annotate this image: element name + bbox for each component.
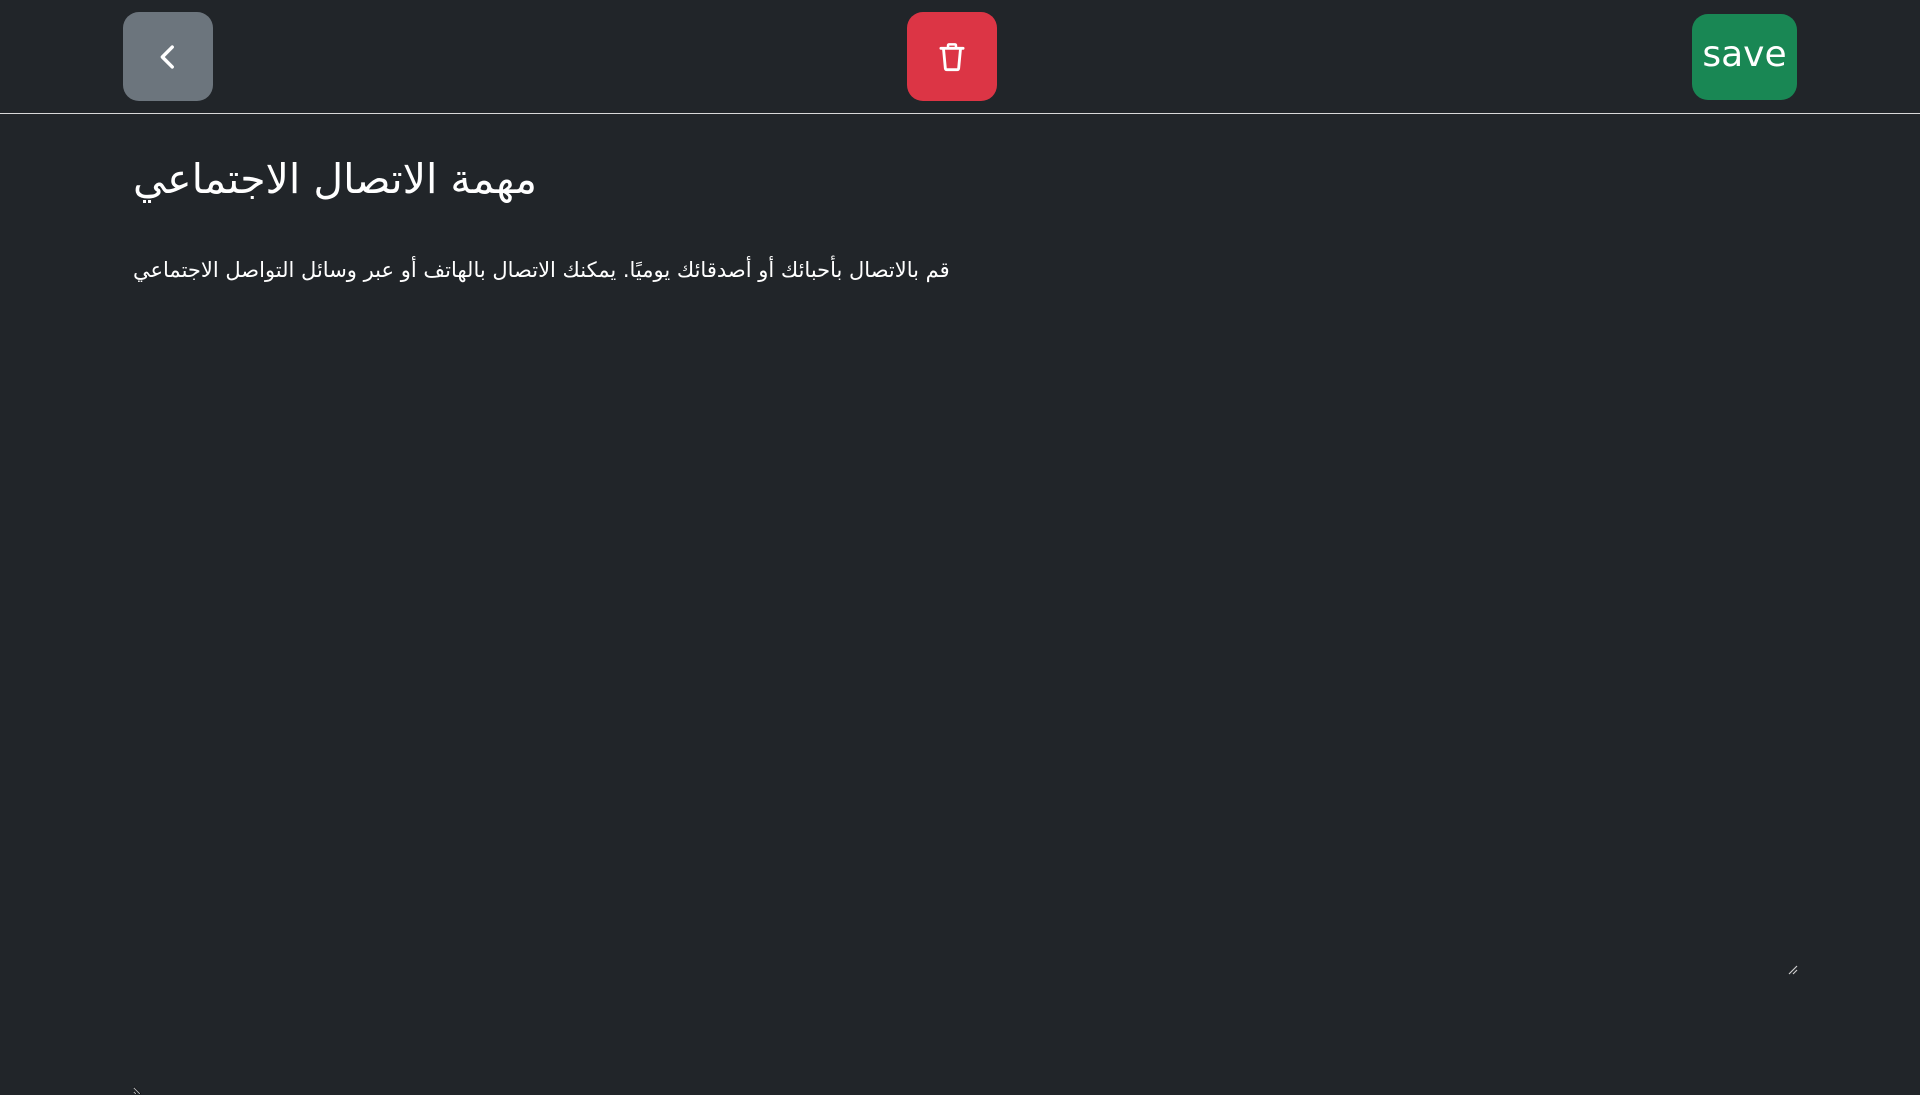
save-button-label: save [1702, 34, 1787, 75]
task-title[interactable]: مهمة الاتصال الاجتماعي [133, 154, 537, 204]
back-button[interactable] [123, 12, 213, 101]
save-button[interactable]: save [1692, 14, 1797, 100]
top-toolbar: save [0, 0, 1920, 114]
trash-icon [939, 42, 965, 71]
task-editor: مهمة الاتصال الاجتماعي قم بالاتصال بأحبا… [133, 114, 1800, 1095]
delete-button[interactable] [907, 12, 997, 101]
resize-handle-icon[interactable] [1786, 963, 1798, 975]
chevron-left-icon [160, 44, 174, 69]
task-description-textarea[interactable]: قم بالاتصال بأحبائك أو أصدقائك يوميًا. ي… [133, 255, 1788, 1095]
